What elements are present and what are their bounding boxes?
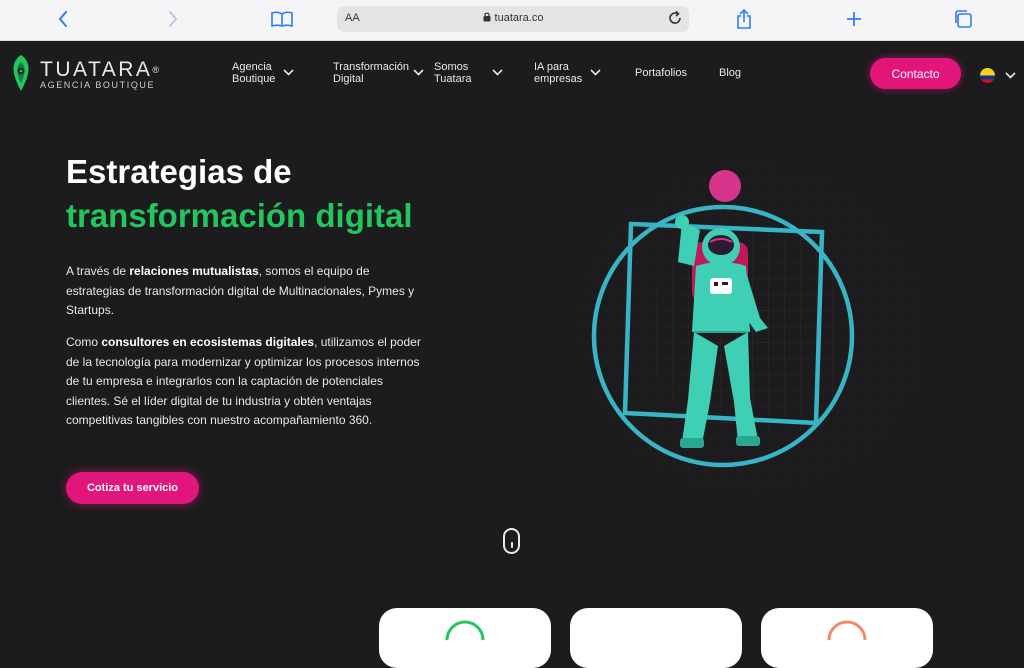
nav-label-line2: Tuatara	[434, 73, 472, 85]
service-card-icon	[827, 620, 867, 641]
service-card-3[interactable]	[761, 608, 933, 668]
tuatara-logo[interactable]: TUATARA® AGENCIA BOUTIQUE	[8, 53, 159, 98]
service-card-2[interactable]	[570, 608, 742, 668]
browser-toolbar: AA tuatara.co	[0, 0, 1024, 41]
logo-subtitle: AGENCIA BOUTIQUE	[40, 80, 156, 90]
service-card-icon	[445, 620, 485, 641]
site-header: TUATARA® AGENCIA BOUTIQUE Agencia Boutiqu…	[0, 41, 1024, 105]
tabs-overview-icon[interactable]	[952, 6, 974, 32]
nav-label: Portafolios	[635, 67, 687, 79]
share-icon[interactable]	[734, 6, 754, 32]
bold-text: consultores en ecosistemas digitales	[101, 335, 315, 349]
bookmarks-book-icon[interactable]	[270, 6, 294, 32]
scroll-mouse-icon[interactable]	[503, 528, 520, 554]
reload-icon[interactable]	[667, 10, 683, 31]
hero-paragraph-2: Como consultores en ecosistemas digitale…	[66, 333, 426, 431]
back-chevron-icon[interactable]	[54, 6, 72, 32]
pink-orb-shape	[709, 170, 741, 202]
chevron-down-icon	[1005, 66, 1016, 84]
lock-icon	[483, 12, 491, 25]
hero-paragraph-1: A través de relaciones mutualistas, somo…	[66, 262, 426, 321]
colombia-flag-icon	[980, 67, 995, 83]
nav-label-line1: IA para	[534, 61, 569, 73]
hero-title: Estrategias de transformación digital	[66, 150, 413, 238]
new-tab-plus-icon[interactable]	[844, 6, 864, 32]
tuatara-leaf-logo-icon	[8, 53, 34, 98]
service-card-1[interactable]	[379, 608, 551, 668]
nav-label-line1: Transformación	[333, 61, 410, 73]
url-display[interactable]: tuatara.co	[337, 12, 689, 25]
nav-somos-tuatara[interactable]: Somos Tuatara	[434, 61, 503, 85]
logo-name: TUATARA	[40, 58, 153, 81]
address-bar[interactable]: AA tuatara.co	[337, 6, 689, 32]
nav-blog[interactable]: Blog	[719, 67, 741, 79]
nav-label: Blog	[719, 67, 742, 79]
cotiza-servicio-button[interactable]: Cotiza tu servicio	[66, 472, 199, 504]
chevron-down-icon	[491, 67, 503, 79]
url-text: tuatara.co	[494, 12, 544, 24]
nav-ia-para-empresas[interactable]: IA para empresas	[534, 61, 601, 85]
text-segment: Como	[66, 335, 102, 349]
logo-registered-mark: ®	[152, 65, 160, 75]
text-segment: A través de	[66, 264, 130, 278]
nav-label-line1: Agencia	[232, 61, 272, 73]
contacto-button[interactable]: Contacto	[870, 58, 961, 89]
grid-background	[560, 150, 940, 510]
nav-label-line2: Boutique	[232, 73, 276, 85]
nav-label-line2: Digital	[333, 73, 364, 85]
nav-label-line2: empresas	[534, 73, 583, 85]
hero-title-line2: transformación digital	[66, 197, 413, 234]
chevron-down-icon	[283, 67, 295, 79]
astronaut-illustration	[560, 150, 940, 510]
bold-text: relaciones mutualistas	[129, 264, 259, 278]
chevron-down-icon	[413, 67, 424, 79]
nav-transformacion-digital[interactable]: Transformación Digital	[333, 61, 424, 85]
nav-agencia-boutique[interactable]: Agencia Boutique	[232, 61, 295, 85]
nav-portafolios[interactable]: Portafolios	[635, 67, 687, 79]
chevron-down-icon	[590, 67, 601, 79]
nav-label-line1: Somos	[434, 61, 469, 73]
language-selector[interactable]	[980, 66, 1016, 84]
forward-chevron-icon[interactable]	[164, 6, 182, 32]
hero-title-line1: Estrategias de	[66, 153, 292, 190]
